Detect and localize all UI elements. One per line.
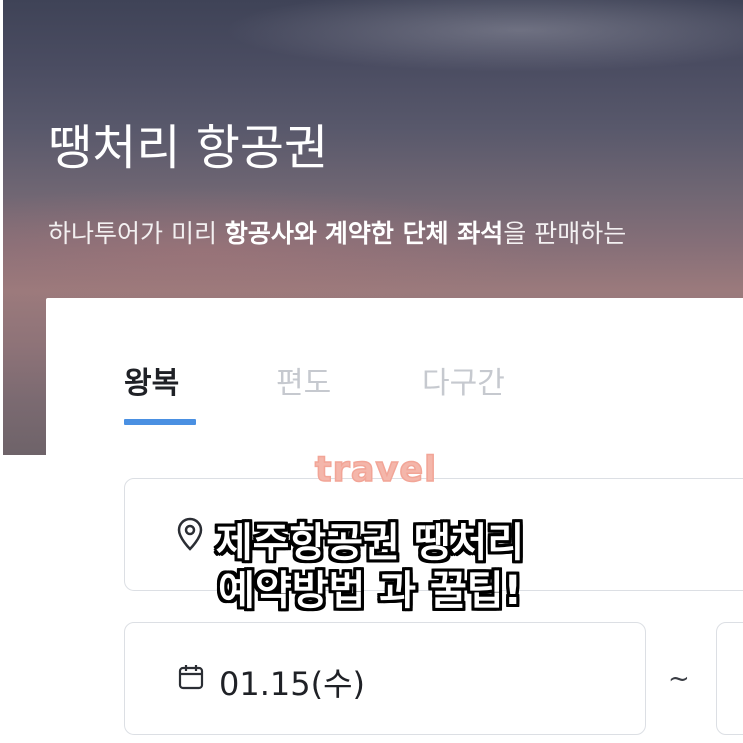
hero-edge [0, 0, 3, 455]
overlay-travel-tag: travel [314, 449, 438, 491]
hero-subtitle-text-3: 을 판매하는 [503, 219, 627, 248]
departure-date-field[interactable]: 01.15(수) [124, 622, 646, 735]
hero-subtitle-bold-1: 항공사와 [224, 219, 317, 248]
overlay-headline-line-2: 예약방법 과 꿀팁! [218, 568, 522, 614]
return-date-field[interactable] [716, 622, 743, 735]
page-title: 땡처리 항공권 [48, 120, 329, 176]
tab-one-way[interactable]: 편도 [276, 358, 331, 402]
active-tab-indicator [124, 419, 196, 425]
hero-subtitle: 하나투어가 미리 항공사와 계약한 단체 좌석을 판매하는 [48, 214, 626, 250]
trip-type-tabs: 왕복 편도 다구간 [124, 358, 624, 428]
hero-subtitle-text-1: 하나투어가 미리 [48, 219, 225, 248]
screenshot-canvas: 땡처리 항공권 하나투어가 미리 항공사와 계약한 단체 좌석을 판매하는 왕복… [0, 0, 743, 743]
hero-subtitle-bold-2: 계약한 단체 좌석 [324, 219, 504, 248]
tab-round-trip[interactable]: 왕복 [124, 358, 179, 402]
tab-multi-city[interactable]: 다구간 [422, 358, 505, 402]
calendar-icon [178, 665, 204, 690]
hero-subtitle-text-2 [317, 219, 325, 248]
departure-date-value: 01.15(수) [219, 665, 366, 703]
date-range-separator: ~ [668, 664, 690, 694]
